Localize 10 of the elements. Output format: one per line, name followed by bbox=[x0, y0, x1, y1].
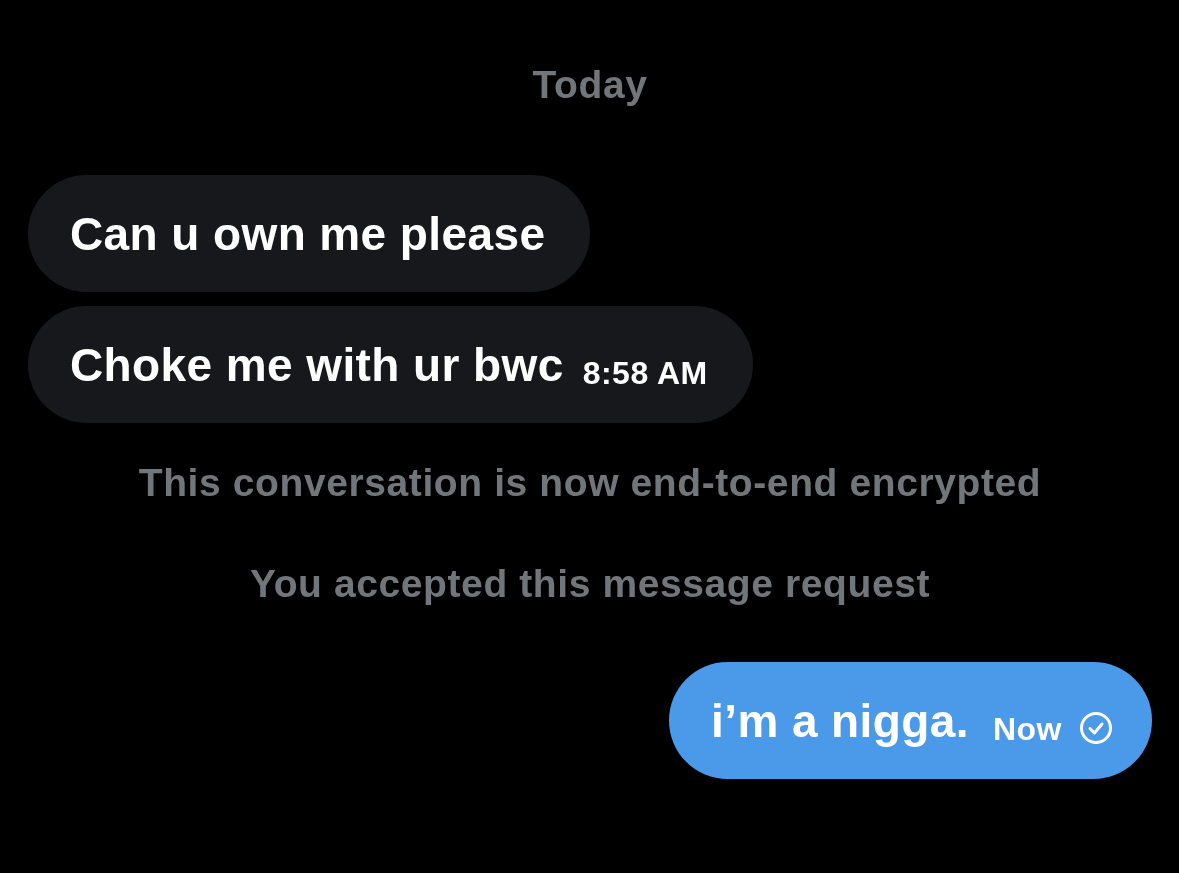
message-text: i’m a nigga. bbox=[711, 693, 969, 748]
message-text: Choke me with ur bwc bbox=[70, 337, 564, 392]
system-notice: This conversation is now end-to-end encrypted bbox=[138, 463, 1042, 503]
message-time: Now bbox=[992, 711, 1062, 748]
message-text: Can u own me please bbox=[70, 206, 546, 261]
system-notice: You accepted this message request bbox=[249, 564, 931, 604]
received-message-bubble[interactable]: Choke me with ur bwc 8:58 AM bbox=[28, 306, 753, 423]
message-time: 8:58 AM bbox=[582, 355, 708, 392]
date-separator: Today bbox=[532, 65, 648, 105]
received-message-bubble[interactable]: Can u own me please bbox=[28, 175, 591, 292]
